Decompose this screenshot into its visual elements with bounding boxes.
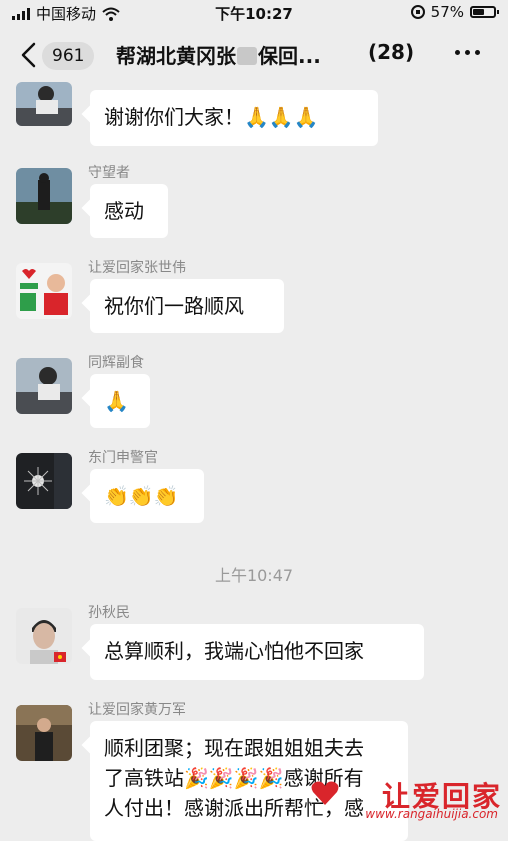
watermark-url: www.rangaihuijia.com xyxy=(365,807,498,821)
message-text: 👏👏👏 xyxy=(104,484,179,508)
sender-name: 同辉副食 xyxy=(88,355,144,371)
message-bubble[interactable]: 🙏 xyxy=(90,374,150,428)
message-bubble[interactable]: 👏👏👏 xyxy=(90,469,204,523)
battery-percent: 57% xyxy=(430,3,464,21)
message-bubble[interactable]: 谢谢你们大家！🙏🙏🙏 xyxy=(90,90,378,146)
unread-count-badge[interactable]: 961 xyxy=(42,42,95,70)
sender-name: 东门申警官 xyxy=(88,450,158,466)
message-item: 孙秋民 总算顺利，我端心怕他不回家 xyxy=(0,600,508,690)
time-separator: 上午10:47 xyxy=(214,566,294,585)
sender-name: 守望者 xyxy=(88,165,130,181)
message-bubble[interactable]: 感动 xyxy=(90,184,168,238)
message-item: 让爱回家张世伟 祝你们一路顺风 xyxy=(0,255,508,345)
back-arrow-icon[interactable] xyxy=(18,42,42,68)
sender-name: 孙秋民 xyxy=(88,605,130,621)
more-options-icon[interactable] xyxy=(455,50,480,55)
message-text: 🙏 xyxy=(104,389,129,413)
message-item: 同辉副食 🙏 xyxy=(0,350,508,440)
watermark-logo: 让爱回家 www.rangaihuijia.com xyxy=(302,775,502,821)
chat-title-part2: 保回... xyxy=(258,44,321,68)
rotation-lock-icon xyxy=(410,5,425,19)
member-count: (28) xyxy=(368,40,415,64)
redacted-mark xyxy=(237,47,257,65)
status-bar: 中国移动 下午10:27 57% xyxy=(0,0,508,26)
heart-icon xyxy=(311,781,339,805)
sender-name: 让爱回家黄万军 xyxy=(88,702,186,718)
message-text: 感动 xyxy=(104,199,144,223)
message-bubble[interactable]: 祝你们一路顺风 xyxy=(90,279,284,333)
message-item: 守望者 感动 xyxy=(0,160,508,250)
message-text: 谢谢你们大家！🙏🙏🙏 xyxy=(104,105,319,129)
avatar[interactable] xyxy=(16,358,72,414)
message-text: 祝你们一路顺风 xyxy=(104,294,244,318)
message-item: 东门申警官 👏👏👏 xyxy=(0,445,508,535)
avatar[interactable] xyxy=(16,168,72,224)
message-text: 总算顺利，我端心怕他不回家 xyxy=(104,639,364,663)
avatar[interactable] xyxy=(16,705,72,761)
message-bubble[interactable]: 总算顺利，我端心怕他不回家 xyxy=(90,624,424,680)
chat-title-part1: 帮湖北黄冈张 xyxy=(116,44,236,68)
message-text-line1: 顺利团聚；现在跟姐姐姐夫去 xyxy=(104,736,364,760)
avatar[interactable] xyxy=(16,608,72,664)
battery-icon xyxy=(470,6,499,18)
message-item: 谢谢你们大家！🙏🙏🙏 xyxy=(0,82,508,152)
avatar[interactable] xyxy=(16,453,72,509)
avatar[interactable] xyxy=(16,263,72,319)
chat-title[interactable]: 帮湖北黄冈张 保回... xyxy=(116,40,321,69)
sender-name: 让爱回家张世伟 xyxy=(88,260,186,276)
status-right: 57% xyxy=(410,3,499,21)
avatar[interactable] xyxy=(16,82,72,126)
chat-nav-bar: 961 帮湖北黄冈张 保回... (28) xyxy=(0,28,508,82)
